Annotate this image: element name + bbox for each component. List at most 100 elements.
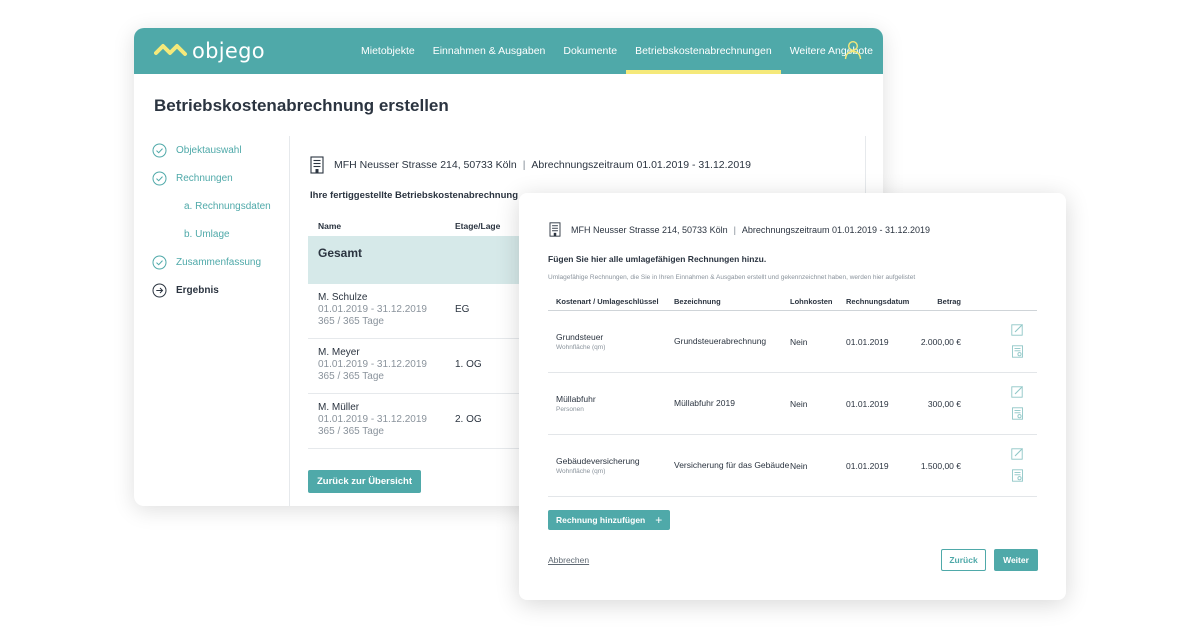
tenant-period: 01.01.2019 - 31.12.2019	[318, 304, 427, 315]
nav-item-betriebskostenabrechnungen[interactable]: Betriebskostenabrechnungen	[626, 28, 781, 74]
total-row[interactable]: Gesamt	[308, 236, 528, 284]
building-icon	[310, 156, 324, 174]
wizard-steps: Objektauswahl Rechnungen a. Rechnungsdat…	[152, 136, 287, 304]
tenant-floor: 2. OG	[455, 414, 482, 425]
arrow-right-circle-icon	[152, 283, 167, 297]
invoice-amount: 1.500,00 €	[920, 460, 961, 471]
logo-text: objego	[192, 39, 265, 63]
nav-item-dokumente[interactable]: Dokumente	[554, 28, 626, 74]
add-invoice-button[interactable]: Rechnung hinzufügen +	[548, 510, 671, 530]
result-table: Name Etage/Lage Gesamt M. Schulze 01.01.…	[308, 216, 528, 449]
invoice-key: Wohnfläche (qm)	[556, 467, 606, 475]
object-info: MFH Neusser Strasse 214, 50733 Köln | Ab…	[549, 222, 930, 237]
step-label: Rechnungen	[176, 172, 233, 184]
step-rechnungen[interactable]: Rechnungen	[152, 164, 287, 192]
header-desc: Bezeichnung	[674, 296, 721, 306]
table-row[interactable]: M. Schulze 01.01.2019 - 31.12.2019 365 /…	[308, 284, 528, 339]
invoice-table: Kostenart / Umlageschlüssel Bezeichnung …	[548, 292, 1037, 497]
invoice-desc: Müllabfuhr 2019	[674, 398, 735, 408]
tenant-name: M. Schulze	[318, 292, 368, 303]
dialog-subtitle: Umlagefähige Rechnungen, die Sie in Ihre…	[548, 274, 916, 281]
invoice-wage: Nein	[790, 460, 808, 471]
tenant-days: 365 / 365 Tage	[318, 426, 384, 437]
invoice-wage: Nein	[790, 398, 808, 409]
step-zusammenfassung[interactable]: Zusammenfassung	[152, 248, 287, 276]
back-button[interactable]: Zurück	[941, 549, 986, 571]
invoice-amount: 2.000,00 €	[920, 336, 961, 347]
object-period: Abrechnungszeitraum 01.01.2019 - 31.12.2…	[741, 224, 931, 235]
logo[interactable]: objego	[154, 39, 265, 63]
edit-icon[interactable]	[1011, 385, 1024, 398]
tenant-days: 365 / 365 Tage	[318, 316, 384, 327]
invoice-desc: Grundsteuerabrechnung	[674, 336, 767, 346]
table-row[interactable]: Müllabfuhr Personen Müllabfuhr 2019 Nein…	[548, 373, 1037, 435]
table-row[interactable]: Gebäudeversicherung Wohnfläche (qm) Vers…	[548, 435, 1037, 497]
step-label: Objektauswahl	[176, 144, 242, 156]
table-row[interactable]: M. Meyer 01.01.2019 - 31.12.2019 365 / 3…	[308, 339, 528, 394]
top-navigation-bar: objego Mietobjekte Einnahmen & Ausgaben …	[134, 28, 883, 74]
document-icon[interactable]	[1011, 469, 1024, 482]
steps-divider	[289, 136, 290, 506]
invoice-kind: Grundsteuer	[556, 331, 604, 342]
invoice-amount: 300,00 €	[927, 398, 961, 409]
invoice-key: Wohnfläche (qm)	[556, 343, 606, 351]
object-separator: |	[522, 159, 526, 171]
check-circle-icon	[152, 171, 167, 185]
main-nav: Mietobjekte Einnahmen & Ausgaben Dokumen…	[352, 28, 882, 74]
step-label: Ergebnis	[176, 284, 219, 296]
page-title: Betriebskostenabrechnung erstellen	[154, 96, 449, 115]
invoice-wage: Nein	[790, 336, 808, 347]
step-label: a. Rechnungsdaten	[184, 200, 271, 212]
object-period: Abrechnungszeitraum 01.01.2019 - 31.12.2…	[531, 159, 751, 171]
object-separator: |	[733, 224, 736, 235]
edit-icon[interactable]	[1011, 323, 1024, 336]
object-name: MFH Neusser Strasse 214, 50733 Köln	[571, 224, 728, 235]
check-circle-icon	[152, 255, 167, 269]
step-umlage[interactable]: b. Umlage	[152, 220, 287, 248]
tenant-name: M. Müller	[318, 402, 360, 413]
step-ergebnis[interactable]: Ergebnis	[152, 276, 287, 304]
invoice-table-header: Kostenart / Umlageschlüssel Bezeichnung …	[548, 292, 1037, 311]
result-title: Ihre fertiggestellte Betriebskostenabrec…	[310, 190, 518, 201]
next-button[interactable]: Weiter	[994, 549, 1038, 571]
table-row[interactable]: M. Müller 01.01.2019 - 31.12.2019 365 / …	[308, 394, 528, 449]
step-rechnungsdaten[interactable]: a. Rechnungsdaten	[152, 192, 287, 220]
add-invoice-label: Rechnung hinzufügen	[556, 515, 646, 525]
invoice-dialog: MFH Neusser Strasse 214, 50733 Köln | Ab…	[519, 193, 1066, 600]
dialog-title: Fügen Sie hier alle umlagefähigen Rechnu…	[548, 254, 767, 264]
cancel-link[interactable]: Abbrechen	[548, 555, 589, 565]
result-table-header: Name Etage/Lage	[308, 216, 528, 236]
object-info: MFH Neusser Strasse 214, 50733 Köln | Ab…	[310, 156, 751, 174]
invoice-date: 01.01.2019	[846, 336, 889, 347]
header-date: Rechnungsdatum	[846, 296, 910, 306]
header-amount: Betrag	[937, 296, 961, 306]
nav-item-weitere-angebote[interactable]: Weitere Angebote	[781, 28, 882, 74]
tenant-name: M. Meyer	[318, 347, 360, 358]
header-name: Name	[318, 221, 342, 231]
invoice-kind: Gebäudeversicherung	[556, 455, 640, 466]
check-circle-icon	[152, 143, 167, 157]
tenant-period: 01.01.2019 - 31.12.2019	[318, 359, 427, 370]
edit-icon[interactable]	[1011, 447, 1024, 460]
invoice-key: Personen	[556, 405, 584, 413]
step-label: Zusammenfassung	[176, 256, 262, 268]
tenant-floor: EG	[455, 304, 470, 315]
tenant-period: 01.01.2019 - 31.12.2019	[318, 414, 427, 425]
building-icon	[549, 222, 561, 237]
invoice-kind: Müllabfuhr	[556, 393, 596, 404]
table-row[interactable]: Grundsteuer Wohnfläche (qm) Grundsteuera…	[548, 311, 1037, 373]
step-objektauswahl[interactable]: Objektauswahl	[152, 136, 287, 164]
nav-item-einnahmen-ausgaben[interactable]: Einnahmen & Ausgaben	[424, 28, 555, 74]
invoice-date: 01.01.2019	[846, 460, 889, 471]
header-floor: Etage/Lage	[455, 221, 501, 231]
invoice-desc: Versicherung für das Gebäude	[674, 460, 790, 470]
plus-icon: +	[655, 513, 663, 527]
user-icon[interactable]	[844, 40, 862, 60]
document-icon[interactable]	[1011, 345, 1024, 358]
document-icon[interactable]	[1011, 407, 1024, 420]
back-to-overview-button[interactable]: Zurück zur Übersicht	[308, 470, 422, 493]
object-name: MFH Neusser Strasse 214, 50733 Köln	[334, 159, 517, 171]
tenant-days: 365 / 365 Tage	[318, 371, 384, 382]
step-label: b. Umlage	[184, 228, 230, 240]
nav-item-mietobjekte[interactable]: Mietobjekte	[352, 28, 424, 74]
